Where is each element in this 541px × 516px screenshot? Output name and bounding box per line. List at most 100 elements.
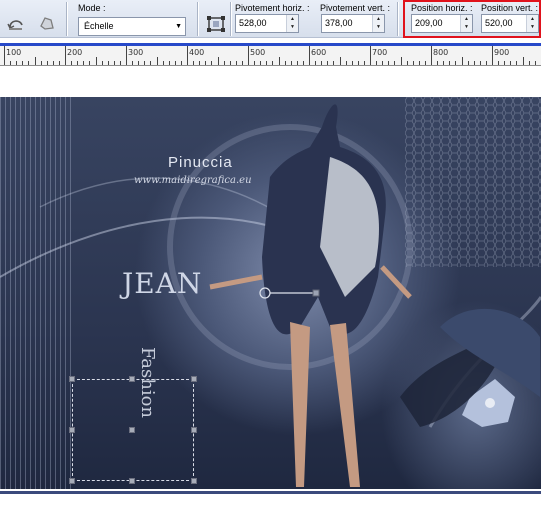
ruler-tick xyxy=(83,61,85,65)
canvas-bottom-strip xyxy=(0,491,541,494)
ruler-tick xyxy=(71,61,73,65)
ruler-tick xyxy=(4,46,5,65)
position-highlight-box xyxy=(403,0,541,38)
ruler-tick xyxy=(119,61,121,65)
ruler-tick xyxy=(309,46,310,65)
ruler-tick xyxy=(461,57,463,65)
watermark-url: www.maidiregrafica.eu xyxy=(134,175,252,186)
ruler-tick xyxy=(65,46,66,65)
ruler-tick xyxy=(46,61,48,65)
resize-handle[interactable] xyxy=(191,427,197,433)
resize-handle[interactable] xyxy=(129,376,135,382)
ruler-tick xyxy=(363,61,365,65)
ruler-tick xyxy=(40,61,42,65)
ruler-tick xyxy=(339,57,341,65)
ruler-tick xyxy=(492,46,493,65)
undo-arrow-icon[interactable] xyxy=(6,14,26,32)
pivot-horizontal-stepper[interactable]: ▲ ▼ xyxy=(286,15,298,32)
ruler-tick xyxy=(113,61,115,65)
ruler-tick xyxy=(266,61,268,65)
ruler-tick xyxy=(150,61,152,65)
pivot-vertical-value: 378,00 xyxy=(325,18,353,28)
resize-handle[interactable] xyxy=(129,478,135,484)
canvas-area[interactable]: Pinuccia www.maidiregrafica.eu JEAN Fash… xyxy=(0,67,541,516)
ruler-tick xyxy=(302,61,304,65)
toolbar-separator xyxy=(397,2,398,36)
ruler-tick xyxy=(34,57,36,65)
ruler-label: 900 xyxy=(494,48,510,57)
toolbar-separator xyxy=(230,2,231,36)
pivot-horizontal-value: 528,00 xyxy=(239,18,267,28)
ruler-tick xyxy=(455,61,457,65)
resize-handle[interactable] xyxy=(69,376,75,382)
ruler-tick xyxy=(382,61,384,65)
chevron-down-icon: ▼ xyxy=(175,23,182,30)
ruler-tick xyxy=(528,61,530,65)
ruler-tick xyxy=(254,61,256,65)
ruler-tick xyxy=(510,61,512,65)
ruler-tick xyxy=(205,61,207,65)
mode-label: Mode : xyxy=(78,3,106,13)
ruler-tick xyxy=(370,46,371,65)
mode-select-value: Échelle xyxy=(84,21,114,31)
ruler-tick xyxy=(28,61,30,65)
ruler-tick xyxy=(168,61,170,65)
resize-handle[interactable] xyxy=(69,427,75,433)
ruler-tick xyxy=(126,46,127,65)
ruler-tick xyxy=(180,61,182,65)
ruler-label: 500 xyxy=(250,48,266,57)
ruler-tick xyxy=(296,61,298,65)
ruler-tick xyxy=(199,61,201,65)
ruler-tick xyxy=(52,61,54,65)
ruler-tick xyxy=(229,61,231,65)
resize-handle[interactable] xyxy=(191,478,197,484)
toolbar-separator xyxy=(197,2,198,36)
ruler-label: 600 xyxy=(311,48,327,57)
ruler-tick xyxy=(485,61,487,65)
scale-box-icon[interactable] xyxy=(206,15,226,33)
resize-handle[interactable] xyxy=(191,376,197,382)
ruler-tick xyxy=(132,61,134,65)
transform-selection-box[interactable] xyxy=(69,376,197,484)
ruler-tick xyxy=(241,61,243,65)
horizontal-ruler[interactable]: 100 200 300 400 500 600 700 800 900 xyxy=(0,46,541,66)
ruler-tick xyxy=(473,61,475,65)
ruler-tick xyxy=(443,61,445,65)
ruler-tick xyxy=(376,61,378,65)
ruler-tick xyxy=(16,61,18,65)
ruler-tick xyxy=(406,61,408,65)
ruler-tick xyxy=(95,57,97,65)
ruler-tick xyxy=(10,61,12,65)
ruler-tick xyxy=(107,61,109,65)
ruler-tick xyxy=(260,61,262,65)
ruler-tick xyxy=(77,61,79,65)
pivot-vertical-input[interactable]: 378,00 ▲ ▼ xyxy=(321,14,385,33)
pivot-horizontal-input[interactable]: 528,00 ▲ ▼ xyxy=(235,14,299,33)
pivot-handle[interactable] xyxy=(129,427,135,433)
ruler-tick xyxy=(418,61,420,65)
ruler-top-bar xyxy=(0,38,541,46)
ruler-tick xyxy=(144,61,146,65)
mode-select[interactable]: Échelle ▼ xyxy=(78,17,186,36)
ruler-tick xyxy=(315,61,317,65)
ruler-tick xyxy=(498,61,500,65)
pivot-horizontal-label: Pivotement horiz. : xyxy=(235,3,310,13)
artwork-image[interactable]: Pinuccia www.maidiregrafica.eu JEAN Fash… xyxy=(0,97,541,489)
ruler-tick xyxy=(400,57,402,65)
pivot-vertical-stepper[interactable]: ▲ ▼ xyxy=(372,15,384,32)
ruler-tick xyxy=(467,61,469,65)
ruler-label: 100 xyxy=(6,48,22,57)
ruler-label: 800 xyxy=(433,48,449,57)
ruler-tick xyxy=(394,61,396,65)
ruler-tick xyxy=(388,61,390,65)
ruler-tick xyxy=(278,57,280,65)
ruler-tick xyxy=(211,61,213,65)
ruler-tick xyxy=(223,61,225,65)
ruler-tick xyxy=(138,61,140,65)
resize-handle[interactable] xyxy=(69,478,75,484)
ruler-tick xyxy=(58,61,60,65)
ruler-tick xyxy=(193,61,195,65)
ruler-label: 200 xyxy=(67,48,83,57)
ruler-tick xyxy=(431,46,432,65)
puppet-icon[interactable] xyxy=(37,14,57,32)
